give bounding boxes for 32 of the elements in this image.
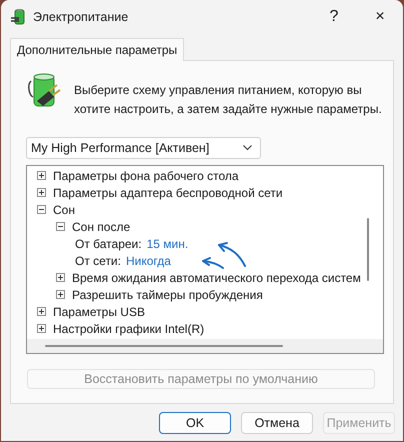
tree-item[interactable]: Время ожидания автоматического перехода систем: [72, 270, 361, 284]
collapse-icon[interactable]: [56, 222, 65, 231]
expand-icon[interactable]: [37, 171, 46, 180]
dialog-button[interactable]: Отмена: [241, 412, 313, 434]
close-button[interactable]: ×: [357, 0, 403, 34]
setting-value[interactable]: Никогда: [126, 254, 171, 268]
help-button[interactable]: ?: [311, 0, 357, 34]
tree-item[interactable]: Настройки графики Intel(R): [53, 322, 204, 336]
power-plug-icon: [10, 9, 26, 25]
tree-item[interactable]: Параметры адаптера беспроводной сети: [53, 186, 283, 200]
collapse-icon[interactable]: [37, 205, 46, 214]
scrollbar-thumb[interactable]: [367, 218, 369, 281]
tree-item[interactable]: Параметры фона рабочего стола: [53, 168, 239, 182]
scrollbar-thumb[interactable]: [45, 345, 283, 347]
expand-icon[interactable]: [37, 307, 46, 316]
dialog-button[interactable]: OK: [159, 412, 231, 434]
setting-label: От батареи:: [75, 236, 142, 250]
expand-icon[interactable]: [37, 188, 46, 197]
expand-icon[interactable]: [37, 324, 46, 333]
instruction-text: Выберите схему управления питанием, которую вы хотите настроить, а затем задайте нужные параметры.: [74, 82, 383, 118]
tree-item[interactable]: Разрешить таймеры пробуждения: [72, 288, 263, 302]
tree-item[interactable]: Сон после: [72, 220, 130, 234]
tab[interactable]: Дополнительные параметры: [10, 38, 184, 61]
expand-icon[interactable]: [56, 273, 65, 282]
tree-item[interactable]: Сон: [53, 202, 75, 216]
setting-label: От сети:: [75, 254, 121, 268]
window-title: Электропитание: [33, 10, 130, 24]
plan-dropdown[interactable]: My High Performance [Активен]: [26, 137, 261, 159]
expand-icon[interactable]: [56, 290, 65, 299]
tree-item[interactable]: Параметры USB: [53, 304, 145, 318]
setting-value[interactable]: 15 мин.: [146, 236, 188, 250]
chevron-down-icon: [243, 145, 252, 151]
